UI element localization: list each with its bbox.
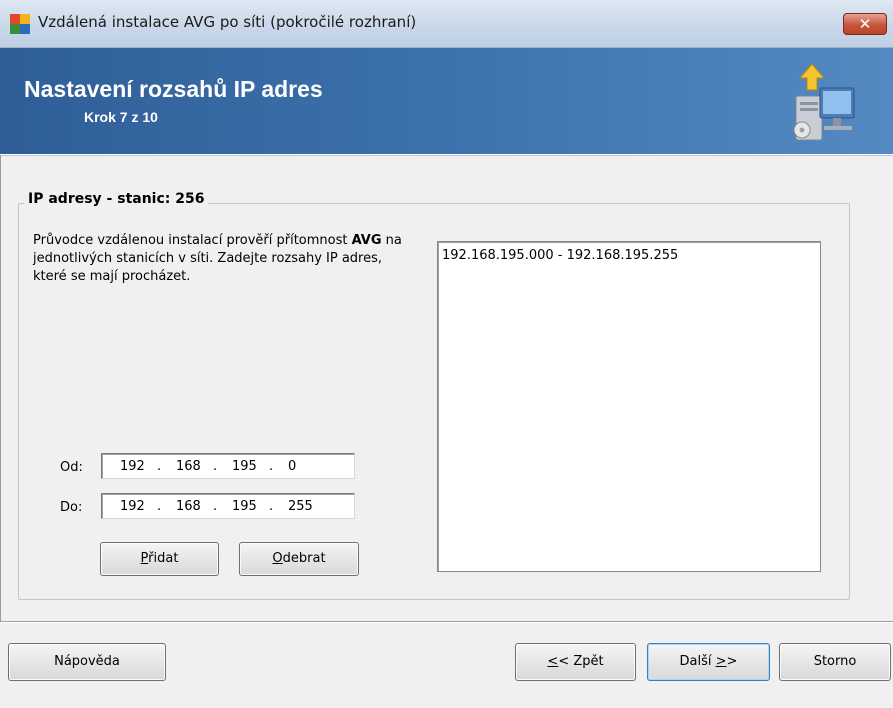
instruction-text-bold: AVG [351, 233, 382, 248]
from-label: Od: [60, 460, 83, 475]
remove-button-label-end: debrat [282, 551, 326, 566]
from-octet-2[interactable]: 168 [176, 459, 201, 474]
next-button-label-end: > [726, 654, 738, 669]
next-button[interactable]: Další >> [647, 643, 770, 681]
ip-dot: . [269, 459, 274, 474]
to-octet-1[interactable]: 192 [120, 499, 145, 514]
from-octet-4[interactable]: 0 [288, 459, 296, 474]
to-octet-2[interactable]: 168 [176, 499, 201, 514]
from-ip-input[interactable]: 192 . 168 . 195 . 0 [101, 453, 355, 479]
from-octet-1[interactable]: 192 [120, 459, 145, 474]
step-indicator: Krok 7 z 10 [84, 109, 158, 125]
ip-dot: . [157, 459, 162, 474]
window-title: Vzdálená instalace AVG po síti (pokročil… [38, 13, 417, 31]
from-octet-3[interactable]: 195 [232, 459, 257, 474]
ip-dot: . [213, 499, 218, 514]
add-button[interactable]: Přidat [100, 542, 219, 576]
page-title: Nastavení rozsahů IP adres [24, 76, 323, 102]
ip-dot: . [269, 499, 274, 514]
ip-dot: . [157, 499, 162, 514]
remove-button-accesskey: O [272, 551, 283, 566]
list-item[interactable]: 192.168.195.000 - 192.168.195.255 [442, 248, 678, 263]
next-button-label-start: Další [679, 654, 716, 669]
back-button-accesskey: < [547, 654, 559, 669]
instruction-text: Průvodce vzdálenou instalací prověří pří… [33, 232, 403, 286]
add-button-label-end: řidat [148, 551, 179, 566]
instruction-text-start: Průvodce vzdálenou instalací prověří pří… [33, 233, 352, 248]
close-button[interactable]: ✕ [843, 13, 887, 35]
to-octet-4[interactable]: 255 [288, 499, 313, 514]
to-octet-3[interactable]: 195 [232, 499, 257, 514]
back-button-label-end: < Zpět [558, 654, 604, 669]
help-button[interactable]: Nápověda [8, 643, 166, 681]
back-button[interactable]: << Zpět [515, 643, 636, 681]
ip-dot: . [213, 459, 218, 474]
remove-button[interactable]: Odebrat [239, 542, 359, 576]
next-button-accesskey: > [715, 654, 727, 669]
to-ip-input[interactable]: 192 . 168 . 195 . 255 [101, 493, 355, 519]
cancel-button[interactable]: Storno [779, 643, 891, 681]
install-computer-icon [793, 63, 855, 141]
to-label: Do: [60, 500, 83, 515]
avg-app-icon [10, 14, 30, 34]
group-legend: IP adresy - stanic: 256 [24, 191, 209, 207]
ip-range-list[interactable]: 192.168.195.000 - 192.168.195.255 [437, 241, 821, 572]
footer-separator [0, 622, 893, 623]
